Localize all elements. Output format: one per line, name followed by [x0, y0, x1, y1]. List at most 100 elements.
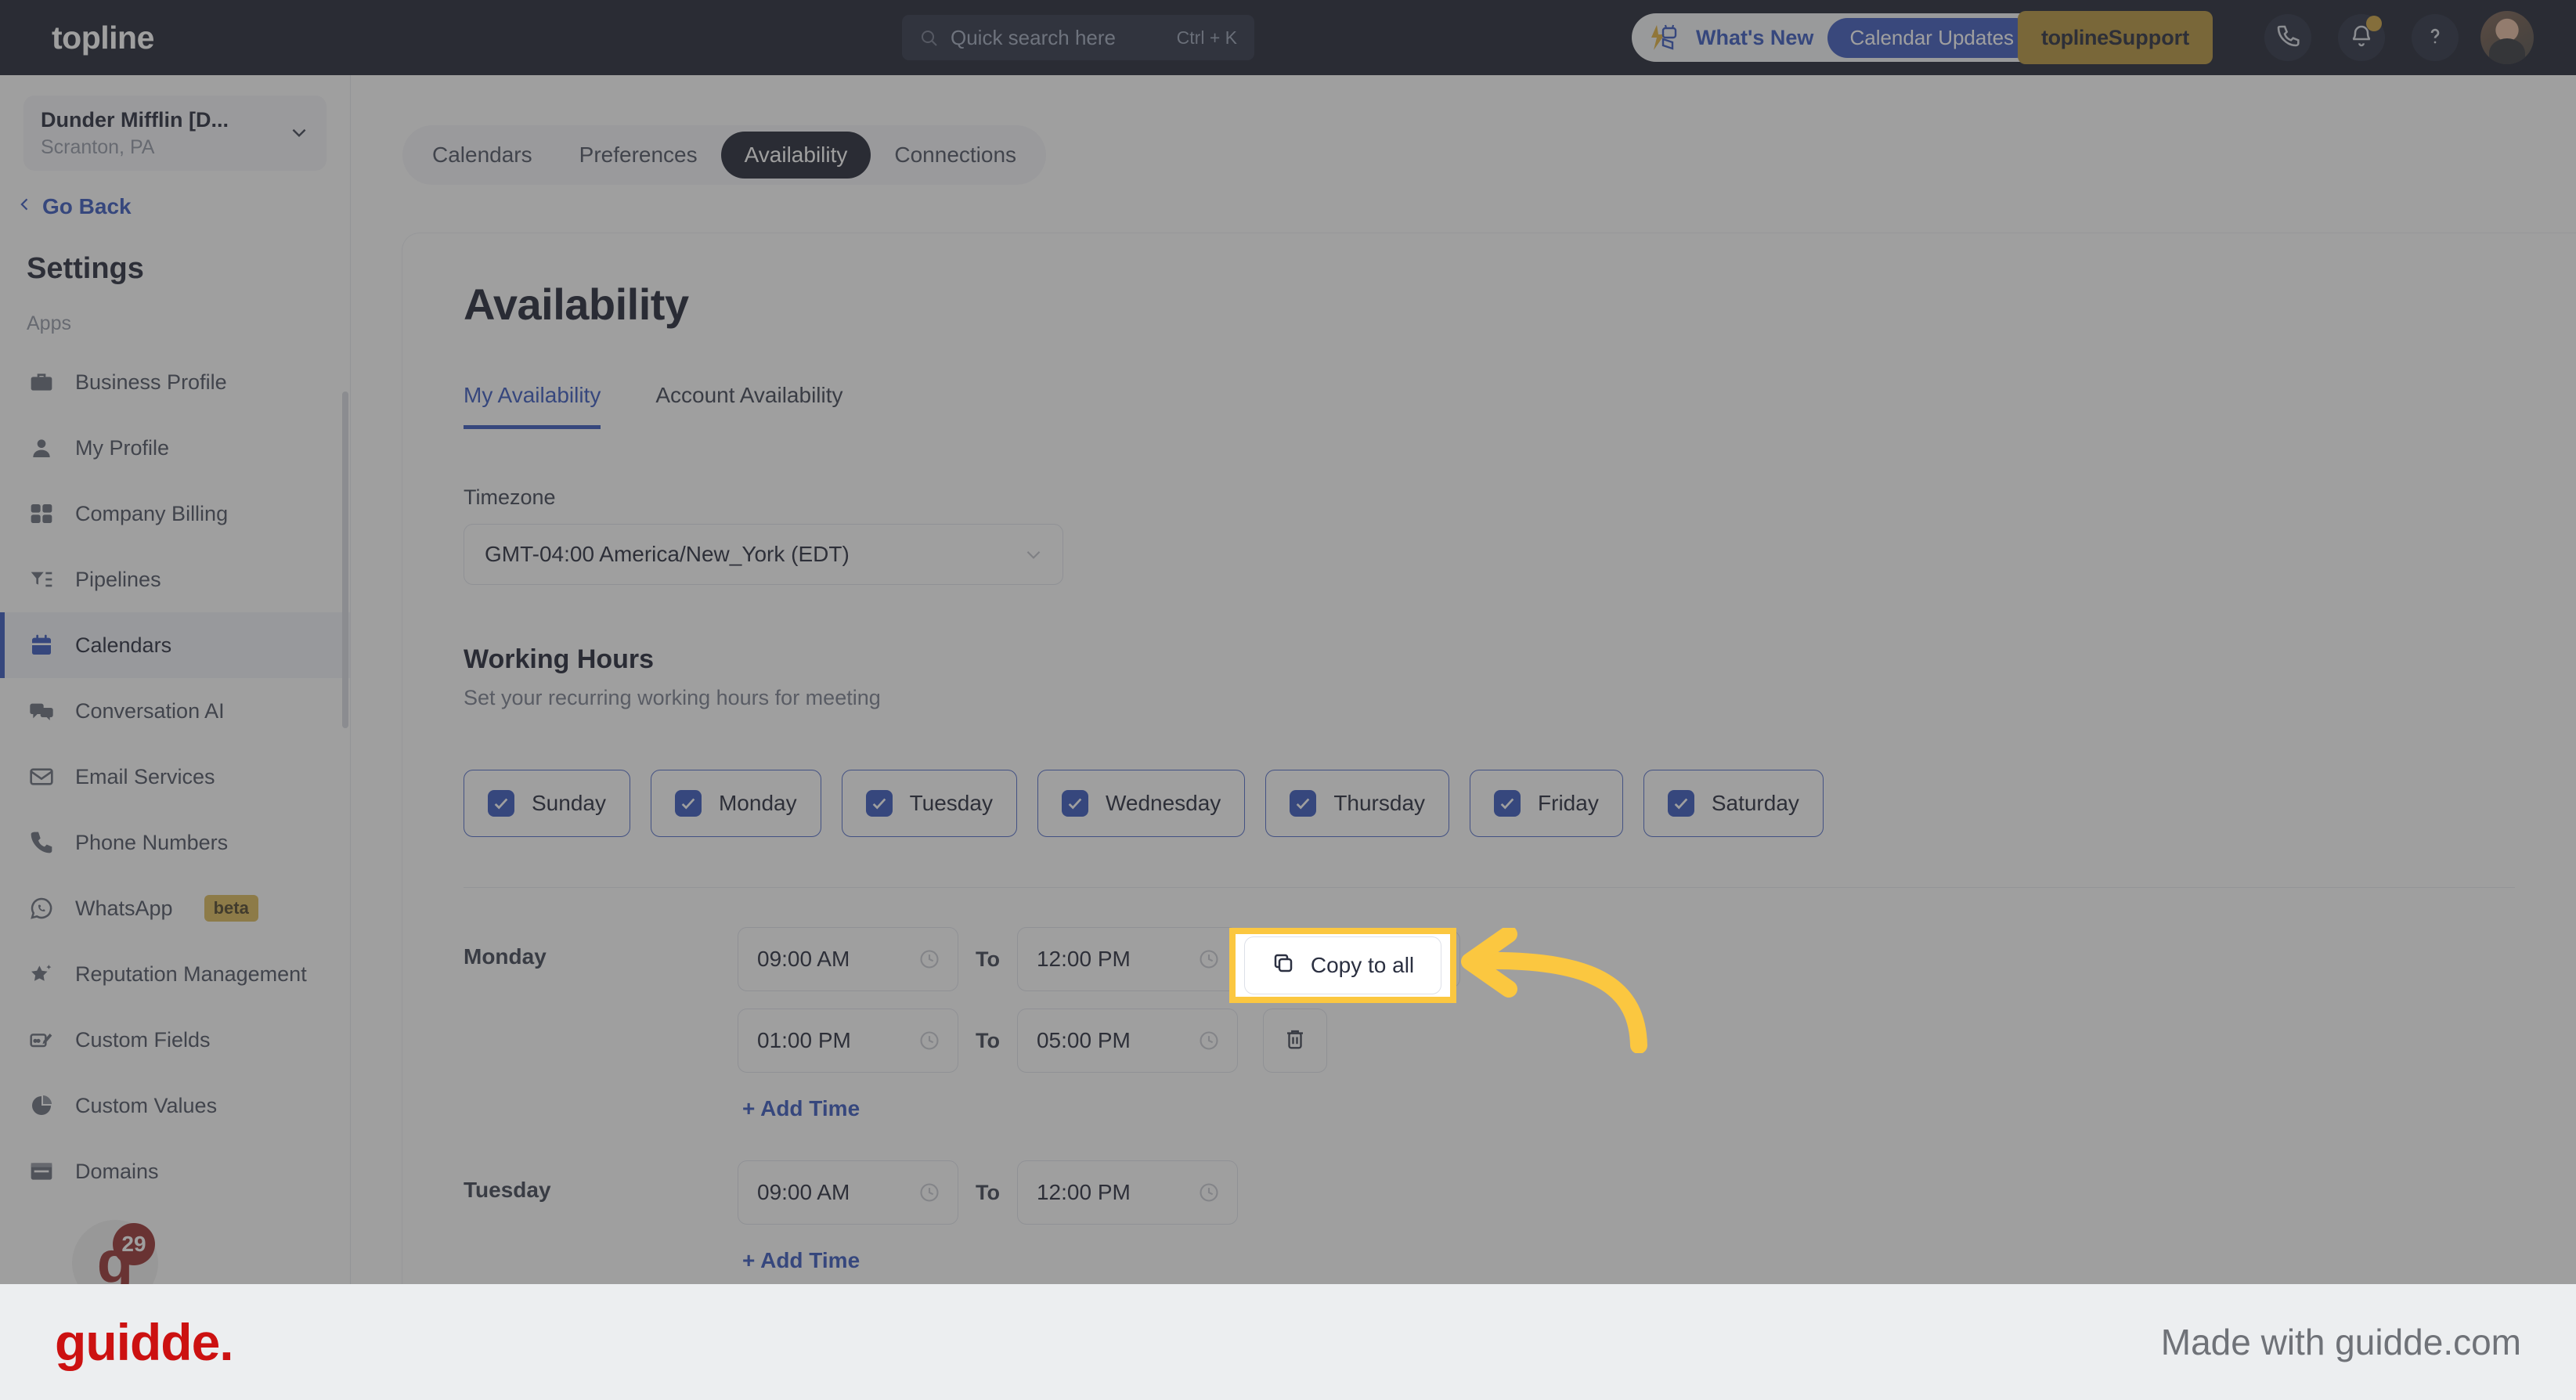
calculator-icon	[28, 500, 55, 527]
bell-badge-dot	[2366, 16, 2382, 31]
sidebar-item-label: Business Profile	[75, 370, 227, 394]
avatar[interactable]	[2480, 11, 2534, 64]
sidebar: Dunder Mifflin [D... Scranton, PA Go Bac…	[0, 75, 351, 1306]
calendar-updates-pill[interactable]: Calendar Updates	[1827, 17, 2037, 58]
timezone-value: GMT-04:00 America/New_York (EDT)	[485, 542, 850, 566]
checkbox-checked-icon[interactable]	[865, 790, 893, 817]
day-toggle-monday[interactable]: Monday	[650, 770, 821, 837]
sidebar-item-label: Phone Numbers	[75, 830, 229, 854]
to-label: To	[976, 1180, 1000, 1204]
subtab-account-availability[interactable]: Account Availability	[655, 383, 842, 429]
main-content: Calendars Preferences Availability Conne…	[351, 75, 2576, 1284]
end-time-input[interactable]: 05:00 PM	[1016, 1009, 1238, 1073]
sidebar-item-company-billing[interactable]: Company Billing	[0, 481, 350, 547]
day-toggle-friday[interactable]: Friday	[1470, 770, 1623, 837]
weekday-toggle-row: Sunday Monday Tuesday Wednesday Thursday…	[464, 770, 2515, 837]
timezone-label: Timezone	[464, 485, 556, 509]
day-label: Thursday	[1333, 791, 1426, 815]
end-time-input[interactable]: 12:00 PM	[1016, 1160, 1238, 1225]
start-time-value: 01:00 PM	[757, 1028, 851, 1052]
start-time-input[interactable]: 09:00 AM	[738, 1160, 958, 1225]
day-toggle-tuesday[interactable]: Tuesday	[841, 770, 1017, 837]
search-input[interactable]: Quick search here Ctrl + K	[902, 15, 1254, 60]
chevron-down-icon	[289, 122, 309, 143]
application-window: topline Quick search here Ctrl + K What'…	[0, 0, 2576, 1306]
chevron-left-icon	[17, 194, 33, 219]
delete-time-range-button[interactable]	[1262, 1009, 1327, 1073]
schedule-day-label: Monday	[464, 944, 547, 969]
sidebar-item-reputation-management[interactable]: Reputation Management	[0, 941, 350, 1007]
tab-calendars[interactable]: Calendars	[409, 132, 556, 179]
sidebar-item-label: Email Services	[75, 764, 215, 788]
time-range-row: 09:00 AM To 12:00 PM	[738, 1160, 2515, 1225]
sidebar-item-business-profile[interactable]: Business Profile	[0, 349, 350, 415]
working-hours-title: Working Hours	[464, 644, 655, 674]
clock-icon	[918, 1030, 940, 1052]
day-toggle-wednesday[interactable]: Wednesday	[1037, 770, 1246, 837]
add-time-link[interactable]: + Add Time	[742, 1248, 860, 1273]
support-brand: topline	[2041, 25, 2109, 49]
notifications-button[interactable]	[2338, 14, 2385, 61]
add-time-link[interactable]: + Add Time	[742, 1096, 860, 1121]
sidebar-item-calendars[interactable]: Calendars	[0, 612, 350, 678]
location-switcher[interactable]: Dunder Mifflin [D... Scranton, PA	[23, 96, 327, 171]
checkbox-checked-icon[interactable]	[1494, 790, 1521, 817]
to-label: To	[976, 947, 1000, 971]
star-sparkle-icon	[28, 961, 55, 987]
availability-panel: Availability My Availability Account Ava…	[402, 233, 2576, 1284]
search-shortcut-hint: Ctrl + K	[1176, 27, 1237, 48]
sidebar-item-label: Company Billing	[75, 501, 229, 525]
search-icon	[919, 28, 938, 47]
schedule-row-tuesday: Tuesday 09:00 AM To 12:00 PM + Add Time	[464, 1160, 2515, 1273]
sidebar-item-conversation-ai[interactable]: Conversation AI	[0, 678, 350, 744]
sidebar-item-label: Conversation AI	[75, 698, 225, 723]
sidebar-item-custom-values[interactable]: Custom Values	[0, 1073, 350, 1138]
sidebar-item-label: Custom Values	[75, 1093, 218, 1117]
checkbox-checked-icon[interactable]	[1061, 790, 1088, 817]
sidebar-item-label: Custom Fields	[75, 1027, 211, 1052]
whats-new-label: What's New	[1696, 25, 1814, 49]
phone-icon	[2275, 23, 2300, 52]
global-search[interactable]: Quick search here Ctrl + K	[902, 15, 1254, 60]
end-time-input[interactable]: 12:00 PM	[1016, 927, 1238, 991]
clock-icon	[1198, 1182, 1220, 1203]
start-time-input[interactable]: 09:00 AM	[738, 927, 958, 991]
support-button[interactable]: topline Support	[2018, 11, 2213, 64]
envelope-icon	[28, 763, 55, 790]
copy-to-all-button-highlighted[interactable]: Copy to all	[1243, 936, 1442, 994]
sidebar-item-label: Calendars	[75, 633, 172, 657]
whats-new-banner[interactable]: What's New Calendar Updates	[1632, 13, 2051, 62]
day-label: Saturday	[1711, 791, 1799, 815]
sidebar-item-whatsapp[interactable]: WhatsApp beta	[0, 875, 350, 941]
phone-icon-button[interactable]	[2264, 14, 2311, 61]
sidebar-item-phone-numbers[interactable]: Phone Numbers	[0, 810, 350, 875]
clock-icon	[1198, 948, 1220, 970]
sidebar-item-custom-fields[interactable]: Custom Fields	[0, 1007, 350, 1073]
go-back-link[interactable]: Go Back	[17, 194, 350, 219]
app-logo[interactable]: topline	[52, 20, 154, 56]
timezone-select[interactable]: GMT-04:00 America/New_York (EDT)	[464, 524, 1063, 585]
day-toggle-sunday[interactable]: Sunday	[464, 770, 630, 837]
sidebar-item-my-profile[interactable]: My Profile	[0, 415, 350, 481]
sidebar-scrollbar[interactable]	[342, 391, 348, 728]
sidebar-item-email-services[interactable]: Email Services	[0, 744, 350, 810]
sidebar-item-domains[interactable]: Domains	[0, 1138, 350, 1204]
copy-to-all-label: Copy to all	[1310, 953, 1415, 977]
checkbox-checked-icon[interactable]	[488, 790, 514, 817]
help-button[interactable]	[2412, 14, 2459, 61]
end-time-value: 12:00 PM	[1036, 1180, 1131, 1204]
subtab-my-availability[interactable]: My Availability	[464, 383, 601, 429]
checkbox-checked-icon[interactable]	[674, 790, 702, 817]
tab-connections[interactable]: Connections	[871, 132, 1040, 179]
calendar-section-tabs: Calendars Preferences Availability Conne…	[402, 125, 1047, 185]
clock-icon	[918, 948, 940, 970]
day-label: Tuesday	[909, 791, 993, 815]
day-toggle-thursday[interactable]: Thursday	[1265, 770, 1450, 837]
start-time-input[interactable]: 01:00 PM	[738, 1009, 958, 1073]
checkbox-checked-icon[interactable]	[1290, 790, 1317, 817]
checkbox-checked-icon[interactable]	[1667, 790, 1694, 817]
tab-availability[interactable]: Availability	[720, 132, 871, 179]
day-toggle-saturday[interactable]: Saturday	[1643, 770, 1824, 837]
tab-preferences[interactable]: Preferences	[556, 132, 721, 179]
sidebar-item-pipelines[interactable]: Pipelines	[0, 547, 350, 612]
